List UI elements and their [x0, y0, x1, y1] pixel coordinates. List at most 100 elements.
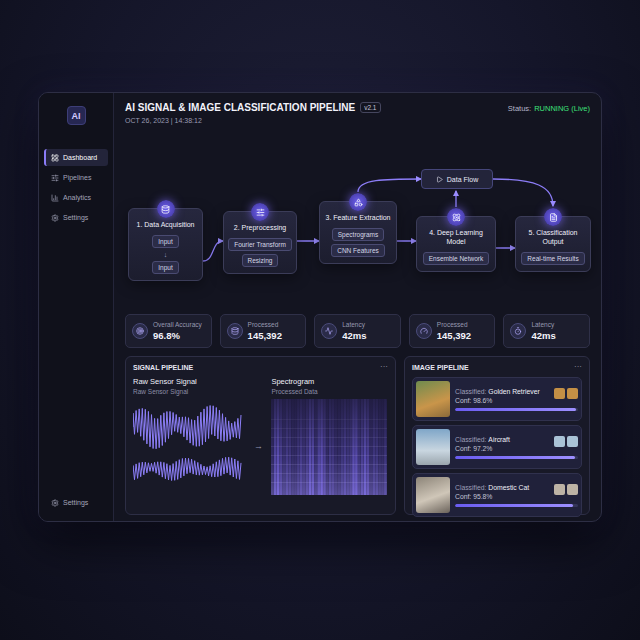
stat-label: Overall Accuracy	[153, 321, 202, 328]
timer-icon	[514, 327, 522, 335]
thumbnail[interactable]	[554, 388, 565, 399]
stat-text: Overall Accuracy 96.8%	[153, 321, 202, 341]
stat-icon-badge	[227, 323, 243, 339]
node-icon-badge	[251, 203, 269, 221]
sidebar-item[interactable]: Pipelines	[44, 169, 108, 186]
node-icon-badge	[544, 208, 562, 226]
page: AI Dashboard Pipelines Analytics Settings Set…	[0, 0, 640, 640]
stat-icon-badge	[132, 323, 148, 339]
node-chip[interactable]: CNN Features	[331, 244, 385, 257]
pipeline-node[interactable]: 3. Feature ExtractionSpectrogramsCNN Fea…	[319, 201, 397, 264]
grid-icon	[51, 154, 59, 162]
sidebar-item[interactable]: Dashboard	[44, 149, 108, 166]
down-arrow-icon: ↓	[164, 251, 168, 258]
document-icon	[549, 213, 558, 222]
spectrogram-chart	[271, 399, 387, 495]
sidebar-item[interactable]: Analytics	[44, 189, 108, 206]
sidebar-item[interactable]: Settings	[44, 209, 108, 226]
result-body: Classified:AircraftConf: 97.2%	[455, 436, 578, 459]
node-title: 4. Deep Learning Model	[422, 229, 490, 247]
data-flow-node[interactable]: Data Flow	[421, 169, 493, 189]
stat-value: 42ms	[531, 330, 555, 341]
more-menu-icon[interactable]: ···	[574, 363, 582, 371]
signal-subtitle: Processed Data	[271, 388, 388, 395]
node-chip[interactable]: Input	[152, 235, 178, 248]
logo[interactable]: AI	[67, 106, 86, 125]
pipeline-node[interactable]: 1. Data AcquisitionInput↓Input	[128, 208, 203, 281]
database-icon	[161, 205, 170, 214]
thumbnail[interactable]	[567, 388, 578, 399]
pipeline-node[interactable]: 2. Preprocessing Fourier Transform Resizin…	[223, 211, 297, 274]
sidebar: AI Dashboard Pipelines Analytics Settings Set…	[39, 93, 114, 521]
thumbnail[interactable]	[567, 436, 578, 447]
pipeline-diagram: Data Flow1. Data AcquisitionInput↓Input2…	[125, 136, 590, 306]
result-row[interactable]: Classified:Domestic CatConf: 95.8%	[412, 473, 582, 517]
sidebar-footer-item[interactable]: Settings	[44, 494, 108, 511]
node-chip[interactable]: Input	[152, 261, 178, 274]
node-chip[interactable]: Ensemble Network	[423, 252, 490, 265]
gauge-icon	[420, 327, 428, 335]
stat-text: Latency42ms	[342, 321, 366, 341]
confidence: Conf: 98.6%	[455, 397, 540, 404]
panel-header: SIGNAL PIPELINE···	[133, 363, 388, 371]
stat-value: 145,392	[248, 330, 282, 341]
photo	[416, 477, 450, 513]
version-badge: v2.1	[360, 102, 380, 113]
confidence: Conf: 97.2%	[455, 445, 510, 452]
stat-card: Processed145,392	[409, 314, 496, 348]
thumbnail[interactable]	[554, 484, 565, 495]
result-row[interactable]: Classified:AircraftConf: 97.2%	[412, 425, 582, 469]
class-name: Golden Retriever	[488, 388, 539, 395]
photo	[416, 429, 450, 465]
atom-icon	[452, 213, 461, 222]
pipeline-node[interactable]: 4. Deep Learning Model Ensemble Network	[416, 216, 496, 272]
result-top: Classified:Golden RetrieverConf: 98.6%	[455, 388, 578, 404]
signal-pipeline-panel: SIGNAL PIPELINE··· Raw Sensor SignalRaw S…	[125, 356, 396, 515]
node-title: 2. Preprocessing	[234, 224, 287, 233]
title-row: AI SIGNAL & IMAGE CLASSIFICATION PIPELIN…	[125, 102, 381, 113]
node-title: 5. Classification Output	[521, 229, 585, 247]
stat-icon-badge	[510, 323, 526, 339]
stat-card: Processed145,392	[220, 314, 307, 348]
panel-title: IMAGE PIPELINE	[412, 364, 469, 371]
status-value: RUNNING (Live)	[534, 104, 590, 113]
node-chip[interactable]: Fourier Transform	[228, 238, 292, 251]
spectrogram: Spectrogram Processed Data	[271, 377, 388, 495]
bar-chart-icon	[51, 194, 59, 202]
dashboard-window: AI Dashboard Pipelines Analytics Settings Set…	[38, 92, 602, 522]
thumbnail[interactable]	[567, 484, 578, 495]
stat-value: 96.8%	[153, 330, 202, 341]
stat-card: Overall Accuracy 96.8%	[125, 314, 212, 348]
thumbnails	[554, 436, 578, 447]
confidence-fill	[455, 408, 576, 411]
stat-card: Latency42ms	[503, 314, 590, 348]
sidebar-nav: Dashboard Pipelines Analytics Settings	[44, 149, 108, 226]
raw-signal: Raw Sensor SignalRaw Sensor Signal	[133, 377, 246, 491]
sliders-icon	[51, 174, 59, 182]
thumbnails	[554, 484, 578, 495]
confidence-fill	[455, 504, 573, 507]
pipeline-node[interactable]: 5. Classification Output Real-time Result…	[515, 216, 591, 272]
node-chip[interactable]: Real-time Results	[521, 252, 584, 265]
result-body: Classified:Domestic CatConf: 95.8%	[455, 484, 578, 507]
class-name: Aircraft	[488, 436, 510, 443]
node-icon-badge	[349, 193, 367, 211]
pulse-icon	[325, 327, 333, 335]
panel-header: IMAGE PIPELINE ···	[412, 363, 582, 371]
more-menu-icon[interactable]: ···	[380, 363, 388, 371]
photo	[416, 381, 450, 417]
node-chip[interactable]: Resizing	[242, 254, 279, 267]
stat-value: 145,392	[437, 330, 471, 341]
node-chip[interactable]: Spectrograms	[332, 228, 384, 241]
thumbnail[interactable]	[554, 436, 565, 447]
right-arrow-icon: →	[250, 441, 268, 451]
confidence-bar	[455, 504, 578, 507]
signal-title: Spectrogram	[271, 377, 388, 386]
target-icon	[136, 327, 144, 335]
shapes-icon	[354, 198, 363, 207]
signal-body: Raw Sensor SignalRaw Sensor Signal→Spect…	[133, 377, 388, 495]
result-text: Classified:Domestic CatConf: 95.8%	[455, 484, 529, 500]
stat-value: 42ms	[342, 330, 366, 341]
stat-icon-badge	[321, 323, 337, 339]
result-row[interactable]: Classified:Golden RetrieverConf: 98.6%	[412, 377, 582, 421]
